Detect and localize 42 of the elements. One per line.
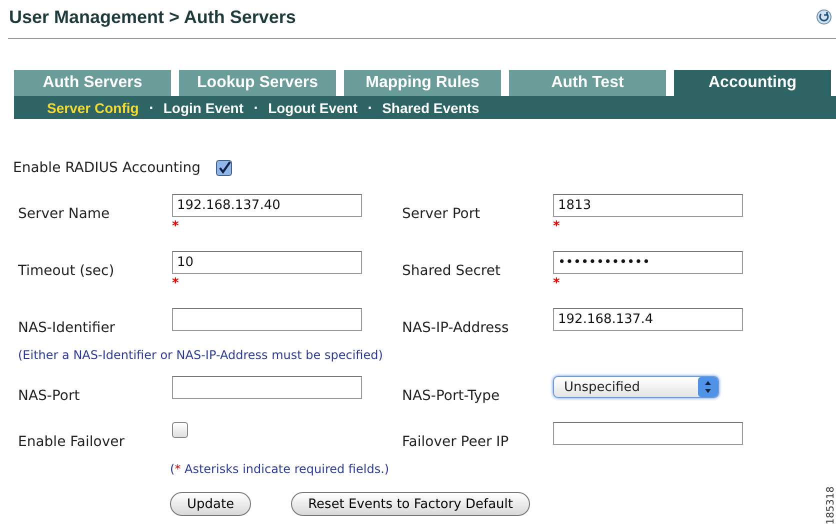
field-label: NAS-Identifier bbox=[18, 319, 116, 336]
hint-text: (Either a NAS-Identifier or NAS-IP-Address must be specified) bbox=[18, 348, 384, 362]
input-field[interactable]: •••••••••••• bbox=[553, 251, 743, 274]
field-label: Enable Failover bbox=[18, 433, 126, 450]
input-field[interactable]: 192.168.137.4 bbox=[553, 308, 743, 331]
required-mark: * bbox=[553, 221, 560, 233]
input-field[interactable] bbox=[172, 376, 362, 399]
separator-dot: · bbox=[252, 100, 260, 114]
input-field[interactable]: 10 bbox=[172, 251, 362, 274]
subtab-link[interactable]: Login Event bbox=[163, 100, 244, 116]
checkbox[interactable] bbox=[216, 160, 232, 176]
required-mark: * bbox=[172, 221, 179, 233]
input-field[interactable] bbox=[553, 422, 743, 445]
separator-dot: · bbox=[148, 100, 154, 114]
field-label: Server Port bbox=[402, 205, 482, 222]
input-field[interactable] bbox=[172, 308, 362, 331]
tab[interactable]: Accounting bbox=[674, 70, 831, 96]
subtab-link[interactable]: Logout Event bbox=[268, 100, 358, 116]
action-button[interactable]: Update bbox=[170, 492, 252, 516]
field-label: Server Name bbox=[18, 205, 111, 222]
refresh-icon[interactable] bbox=[816, 9, 832, 25]
field-label: NAS-Port bbox=[18, 387, 81, 404]
required-mark: * bbox=[172, 278, 179, 290]
input-field[interactable]: 1813 bbox=[553, 194, 743, 217]
action-button[interactable]: Reset Events to Factory Default bbox=[291, 492, 530, 516]
field-label: NAS-Port-Type bbox=[402, 387, 501, 404]
required-note: (* Asterisks indicate required fields.) bbox=[170, 462, 390, 476]
field-label: Enable RADIUS Accounting bbox=[13, 160, 201, 176]
subtab-link[interactable]: Server Config bbox=[47, 100, 139, 116]
checkbox[interactable] bbox=[172, 422, 188, 438]
figure-number: 185318 bbox=[825, 486, 836, 525]
field-label: NAS-IP-Address bbox=[402, 319, 510, 336]
page-title: User Management > Auth Servers bbox=[9, 6, 296, 28]
required-mark: * bbox=[553, 278, 560, 290]
dropdown[interactable]: Unspecified bbox=[553, 376, 719, 398]
stepper-icon bbox=[698, 377, 718, 397]
field-label: Shared Secret bbox=[402, 262, 502, 279]
separator-dot: · bbox=[366, 100, 374, 114]
input-field[interactable]: 192.168.137.40 bbox=[172, 194, 362, 217]
field-label: Failover Peer IP bbox=[402, 433, 510, 450]
subtab-link[interactable]: Shared Events bbox=[382, 100, 480, 116]
field-label: Timeout (sec) bbox=[18, 262, 116, 279]
